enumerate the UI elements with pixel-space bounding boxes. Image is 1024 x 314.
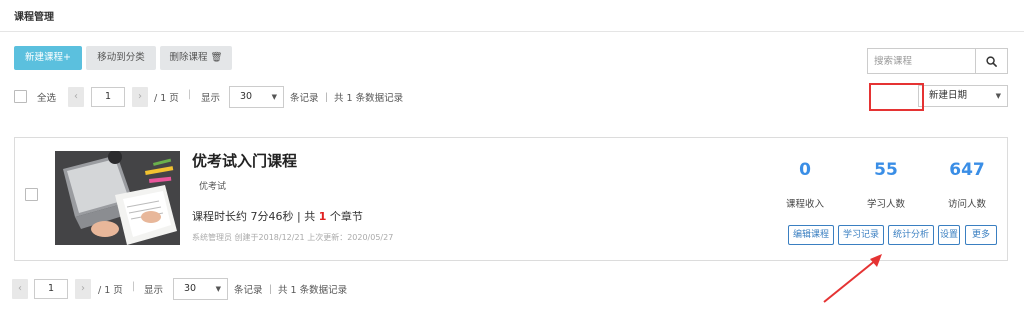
chevron-right-icon: › <box>138 91 142 102</box>
page-number-input[interactable]: 1 <box>34 279 68 299</box>
delete-course-button[interactable]: 删除课程 🗑 <box>160 46 232 70</box>
chevron-left-icon: ‹ <box>18 283 22 294</box>
page-divider: | <box>188 89 192 100</box>
stat-visitors-value: 647 <box>949 160 985 180</box>
stat-learners-label: 学习人数 <box>866 199 905 210</box>
search-button[interactable] <box>975 49 1007 73</box>
records-summary: 条记录 ｜ 共 1 条数据记录 <box>290 93 404 104</box>
show-label: 显示 <box>201 93 221 104</box>
select-all-label: 全选 <box>37 93 57 104</box>
page-divider: | <box>132 281 136 292</box>
course-card: 优考试入门课程 优考试 课程时长约 7分46秒 | 共 1 个章节 系统管理员 … <box>14 137 1008 261</box>
chevron-right-icon: › <box>81 283 85 294</box>
caret-down-icon: ▼ <box>215 285 221 293</box>
course-duration: 课程时长约 7分46秒 | 共 1 个章节 <box>192 208 363 224</box>
stat-visitors-label: 访问人数 <box>947 199 986 210</box>
page-title: 课程管理 <box>14 12 54 23</box>
more-button[interactable]: 更多 <box>965 225 997 245</box>
search-box <box>867 48 1008 74</box>
prev-page-button[interactable]: ‹ <box>12 279 28 299</box>
course-title[interactable]: 优考试入门课程 <box>192 150 297 171</box>
stat-learners-value: 55 <box>874 160 898 180</box>
move-to-category-button[interactable]: 移动到分类 <box>86 46 156 70</box>
highlight-box <box>869 83 924 111</box>
search-input[interactable] <box>868 49 975 73</box>
stat-income-label: 课程收入 <box>785 199 824 210</box>
course-meta: 系统管理员 创建于2018/12/21 上次更新：2020/05/27 <box>192 233 394 242</box>
select-all-checkbox[interactable] <box>14 90 27 103</box>
per-page-select[interactable]: 30 ▼ <box>229 86 284 108</box>
sort-select[interactable]: 新建日期 ▼ <box>918 85 1008 107</box>
page-number-input[interactable]: 1 <box>91 87 125 107</box>
edit-course-button[interactable]: 编辑课程 <box>788 225 834 245</box>
settings-button[interactable]: 设置 <box>938 225 960 245</box>
next-page-button[interactable]: › <box>75 279 91 299</box>
per-page-value: 30 <box>184 283 197 294</box>
course-tag: 优考试 <box>199 182 227 192</box>
new-course-button[interactable]: 新建课程+ <box>14 46 82 70</box>
duration-suffix: 个章节 <box>326 210 363 223</box>
learning-records-button[interactable]: 学习记录 <box>838 225 884 245</box>
annotation-arrow <box>823 254 882 303</box>
per-page-select[interactable]: 30 ▼ <box>173 278 228 300</box>
next-page-button[interactable]: › <box>132 87 148 107</box>
show-label: 显示 <box>144 285 164 296</box>
records-summary: 条记录 ｜ 共 1 条数据记录 <box>234 285 348 296</box>
course-thumbnail[interactable] <box>55 151 180 245</box>
prev-page-button[interactable]: ‹ <box>68 87 84 107</box>
caret-down-icon: ▼ <box>995 92 1001 100</box>
title-divider <box>0 31 1024 32</box>
search-icon <box>986 55 997 67</box>
sort-value: 新建日期 <box>929 90 968 101</box>
caret-down-icon: ▼ <box>271 93 277 101</box>
stat-income-value: 0 <box>799 160 811 180</box>
chevron-left-icon: ‹ <box>74 91 78 102</box>
statistics-analysis-button[interactable]: 统计分析 <box>888 225 934 245</box>
duration-text: 课程时长约 7分46秒 | 共 <box>192 210 319 223</box>
per-page-value: 30 <box>240 91 253 102</box>
page-total: / 1 页 <box>98 285 123 296</box>
page-total: / 1 页 <box>154 93 179 104</box>
course-checkbox[interactable] <box>25 188 38 201</box>
